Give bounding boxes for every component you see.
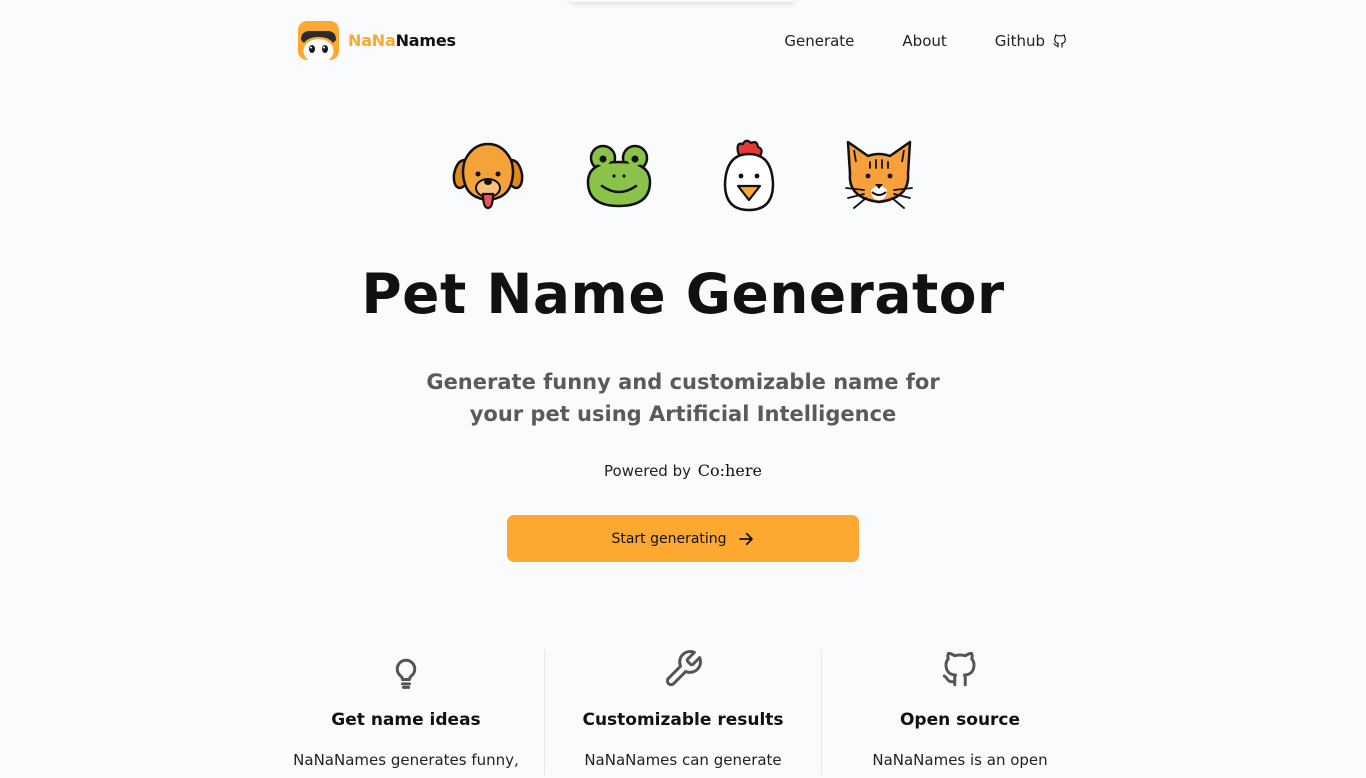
arrow-right-icon	[738, 532, 753, 545]
site-header: NaNaNames Generate About Github	[298, 20, 1068, 62]
powered-by: Powered by Co:here	[0, 461, 1366, 480]
animal-icons-row	[0, 138, 1366, 218]
frog-icon	[586, 144, 652, 208]
nananames-logo-icon	[298, 20, 339, 60]
logo-text: NaNaNames	[348, 31, 456, 50]
github-icon	[942, 651, 976, 687]
hero-subtitle-line1: Generate funny and customizable name for	[426, 370, 940, 394]
top-floating-bar	[570, 0, 795, 2]
feature-text: NaNaNames is an open	[872, 751, 1048, 769]
powered-by-label: Powered by	[604, 462, 691, 480]
feature-text: NaNaNames generates funny,	[293, 751, 519, 769]
nav-github-label: Github	[994, 32, 1045, 50]
feature-title: Get name ideas	[331, 710, 481, 730]
nav-github[interactable]: Github	[995, 32, 1068, 50]
nav-about[interactable]: About	[902, 32, 946, 50]
feature-title: Open source	[899, 710, 1021, 730]
start-generating-button[interactable]: Start generating	[507, 515, 859, 562]
hero-subtitle-line2: your pet using Artificial Intelligence	[469, 402, 897, 426]
logo-link[interactable]: NaNaNames	[298, 20, 456, 60]
feature-card-opensource: Open source NaNaNames is an open	[822, 648, 1098, 778]
feature-card-ideas: Get name ideas NaNaNames generates funny…	[268, 648, 544, 778]
cat-icon	[845, 140, 913, 209]
features-section: Get name ideas NaNaNames generates funny…	[268, 648, 1098, 778]
cohere-logo[interactable]: Co:here	[698, 461, 762, 480]
nav-generate[interactable]: Generate	[784, 32, 854, 50]
lightbulb-icon	[395, 658, 417, 689]
logo-text-nana: NaNa	[348, 30, 396, 50]
feature-card-customizable: Customizable results NaNaNames can gener…	[545, 648, 821, 778]
hero-subtitle: Generate funny and customizable name for…	[383, 366, 983, 430]
feature-title: Customizable results	[582, 710, 784, 730]
main-nav: Generate About Github	[784, 32, 1068, 50]
dog-icon	[452, 142, 524, 210]
wrench-icon	[665, 650, 702, 687]
github-icon	[1053, 34, 1066, 48]
start-generating-label: Start generating	[611, 530, 727, 547]
chicken-icon	[723, 139, 775, 212]
feature-text: NaNaNames can generate	[584, 751, 782, 769]
logo-text-names: Names	[395, 30, 456, 50]
page-title: Pet Name Generator	[361, 262, 1005, 326]
